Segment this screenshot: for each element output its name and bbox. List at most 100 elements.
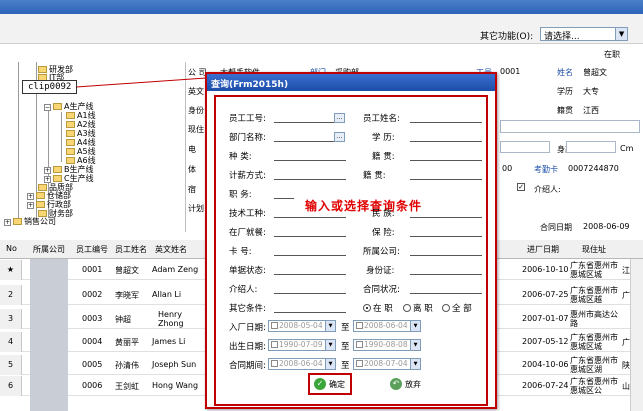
row-indicator: 2 bbox=[0, 285, 22, 305]
col-header[interactable]: No bbox=[6, 244, 17, 253]
tree-node[interactable]: A2线 bbox=[66, 120, 96, 129]
tree-node[interactable]: − A生产线 bbox=[44, 102, 93, 111]
cancel-label: 放弃 bbox=[405, 379, 421, 389]
edu-input[interactable] bbox=[410, 141, 482, 142]
native-input[interactable] bbox=[410, 160, 482, 161]
query-dialog: 查询(Frm2015h) 员工工号: … 员工姓名: 部门名称: … 学 历: … bbox=[205, 72, 497, 409]
company-label: 公 司 bbox=[188, 68, 207, 77]
tree-node[interactable]: + C生产线 bbox=[44, 174, 94, 183]
referrer-label: 介绍人: bbox=[534, 185, 561, 194]
idcard-label: 身份证: bbox=[366, 266, 395, 276]
checkbox-icon[interactable] bbox=[356, 341, 363, 348]
status-input[interactable] bbox=[274, 274, 346, 275]
skill-input[interactable] bbox=[274, 217, 346, 218]
tree-node[interactable]: + 仓储部 bbox=[27, 191, 71, 200]
other-function-group: 其它功能(O): 请选择... ▼ bbox=[480, 27, 629, 42]
cell-id: 0004 bbox=[82, 337, 103, 346]
phone-field[interactable] bbox=[500, 141, 550, 153]
expand-icon[interactable]: + bbox=[44, 176, 51, 183]
confirm-button[interactable]: ✓ 确定 bbox=[308, 373, 352, 395]
cell-addr: 广东省惠州市惠城区越 bbox=[570, 286, 618, 304]
cell-en: Hong Wang bbox=[152, 381, 199, 390]
cell-id: 0002 bbox=[82, 290, 103, 299]
radio-left[interactable]: 离 职 bbox=[403, 302, 433, 314]
contract-status-input[interactable] bbox=[410, 293, 482, 294]
col-header[interactable]: 员工编号 bbox=[76, 244, 108, 255]
dept-picker-icon[interactable]: … bbox=[334, 132, 345, 142]
birth-date-from[interactable]: 1990-07-09 ▼ bbox=[268, 339, 336, 351]
referrer-input[interactable] bbox=[274, 293, 346, 294]
wage-input[interactable] bbox=[274, 179, 346, 180]
contract-date-to[interactable]: 2008-07-04 ▼ bbox=[353, 358, 421, 370]
body-label: 体 bbox=[188, 165, 196, 174]
company-input[interactable] bbox=[410, 255, 482, 256]
type-input[interactable] bbox=[274, 160, 346, 161]
post-input[interactable] bbox=[274, 198, 294, 199]
race-input[interactable] bbox=[410, 217, 482, 218]
checkbox-icon[interactable] bbox=[271, 322, 278, 329]
col-header[interactable]: 现住址 bbox=[582, 244, 606, 255]
current-address-label: 现住 bbox=[188, 125, 204, 134]
ethnic-label: 籍 贯: bbox=[363, 171, 386, 181]
empno-label: 员工工号: bbox=[229, 114, 266, 124]
cell-name: 李晓军 bbox=[115, 291, 139, 300]
other-function-select[interactable]: 请选择... ▼ bbox=[540, 27, 629, 42]
expand-icon[interactable]: + bbox=[27, 202, 34, 209]
dorm-checkbox[interactable]: ✓ bbox=[517, 183, 525, 191]
tree-node[interactable]: A1线 bbox=[66, 111, 96, 120]
join-date-from[interactable]: 2008-05-04 ▼ bbox=[268, 320, 336, 332]
other-input[interactable] bbox=[274, 312, 346, 313]
ethnic-input[interactable] bbox=[410, 179, 482, 180]
to-label: 至 bbox=[341, 323, 350, 333]
tree-node[interactable]: + 行政部 bbox=[27, 200, 71, 209]
expand-icon[interactable]: + bbox=[4, 219, 11, 226]
native-label: 籍 贯: bbox=[372, 152, 395, 162]
checkbox-icon[interactable] bbox=[271, 360, 278, 367]
cell-join: 2006-10-10 bbox=[522, 265, 569, 274]
insurance-input[interactable] bbox=[410, 236, 482, 237]
tree-node[interactable]: + B生产线 bbox=[44, 165, 94, 174]
card-value: 0007244870 bbox=[568, 164, 619, 173]
tree-node[interactable]: A6线 bbox=[66, 156, 96, 165]
tree-node[interactable]: A5线 bbox=[66, 147, 96, 156]
radio-active[interactable]: 在 职 bbox=[363, 302, 393, 314]
radio-all[interactable]: 全 部 bbox=[442, 302, 472, 314]
cell-name: 孙清伟 bbox=[115, 361, 139, 370]
folder-icon bbox=[66, 130, 75, 137]
shift-input[interactable] bbox=[274, 236, 346, 237]
dept-input[interactable] bbox=[274, 141, 334, 142]
col-header[interactable]: 员工姓名 bbox=[115, 244, 147, 255]
birth-date-to[interactable]: 1990-08-08 ▼ bbox=[353, 339, 421, 351]
empname-input[interactable] bbox=[410, 122, 482, 123]
col-header[interactable]: 所属公司 bbox=[33, 244, 65, 255]
col-header[interactable]: 进厂日期 bbox=[527, 244, 559, 255]
cell-name: 曾超文 bbox=[115, 266, 139, 275]
empno-value: 0001 bbox=[500, 67, 521, 76]
row-indicator: 3 bbox=[0, 309, 22, 329]
cancel-button[interactable]: ↶ 放弃 bbox=[386, 373, 430, 395]
collapse-icon[interactable]: − bbox=[44, 104, 51, 111]
empno-input[interactable] bbox=[274, 122, 334, 123]
cell-join: 2007-01-07 bbox=[522, 314, 569, 323]
col-header[interactable]: 英文姓名 bbox=[155, 244, 187, 255]
checkbox-icon[interactable] bbox=[356, 322, 363, 329]
cell-extra: 山 bbox=[622, 382, 630, 391]
expand-icon[interactable]: + bbox=[27, 193, 34, 200]
tree-node[interactable]: + 销售公司 bbox=[4, 217, 56, 226]
join-date-to[interactable]: 2008-06-04 ▼ bbox=[353, 320, 421, 332]
empno-picker-icon[interactable]: … bbox=[334, 113, 345, 123]
checkbox-icon[interactable] bbox=[356, 360, 363, 367]
grid-vertical-scrollbar[interactable] bbox=[630, 259, 643, 411]
type-label: 种 类: bbox=[229, 152, 252, 162]
tree-node[interactable]: A3线 bbox=[66, 129, 96, 138]
idcard-input[interactable] bbox=[410, 274, 482, 275]
cell-name: 黄丽平 bbox=[115, 338, 139, 347]
cell-addr: 惠州市高达公路 bbox=[570, 310, 618, 328]
wage-label: 计薪方式: bbox=[229, 171, 266, 181]
card-input[interactable] bbox=[274, 255, 346, 256]
native-value: 江西 bbox=[583, 106, 599, 115]
expand-icon[interactable]: + bbox=[44, 167, 51, 174]
tree-node[interactable]: A4线 bbox=[66, 138, 96, 147]
contract-date-from[interactable]: 2008-06-04 ▼ bbox=[268, 358, 336, 370]
checkbox-icon[interactable] bbox=[271, 341, 278, 348]
